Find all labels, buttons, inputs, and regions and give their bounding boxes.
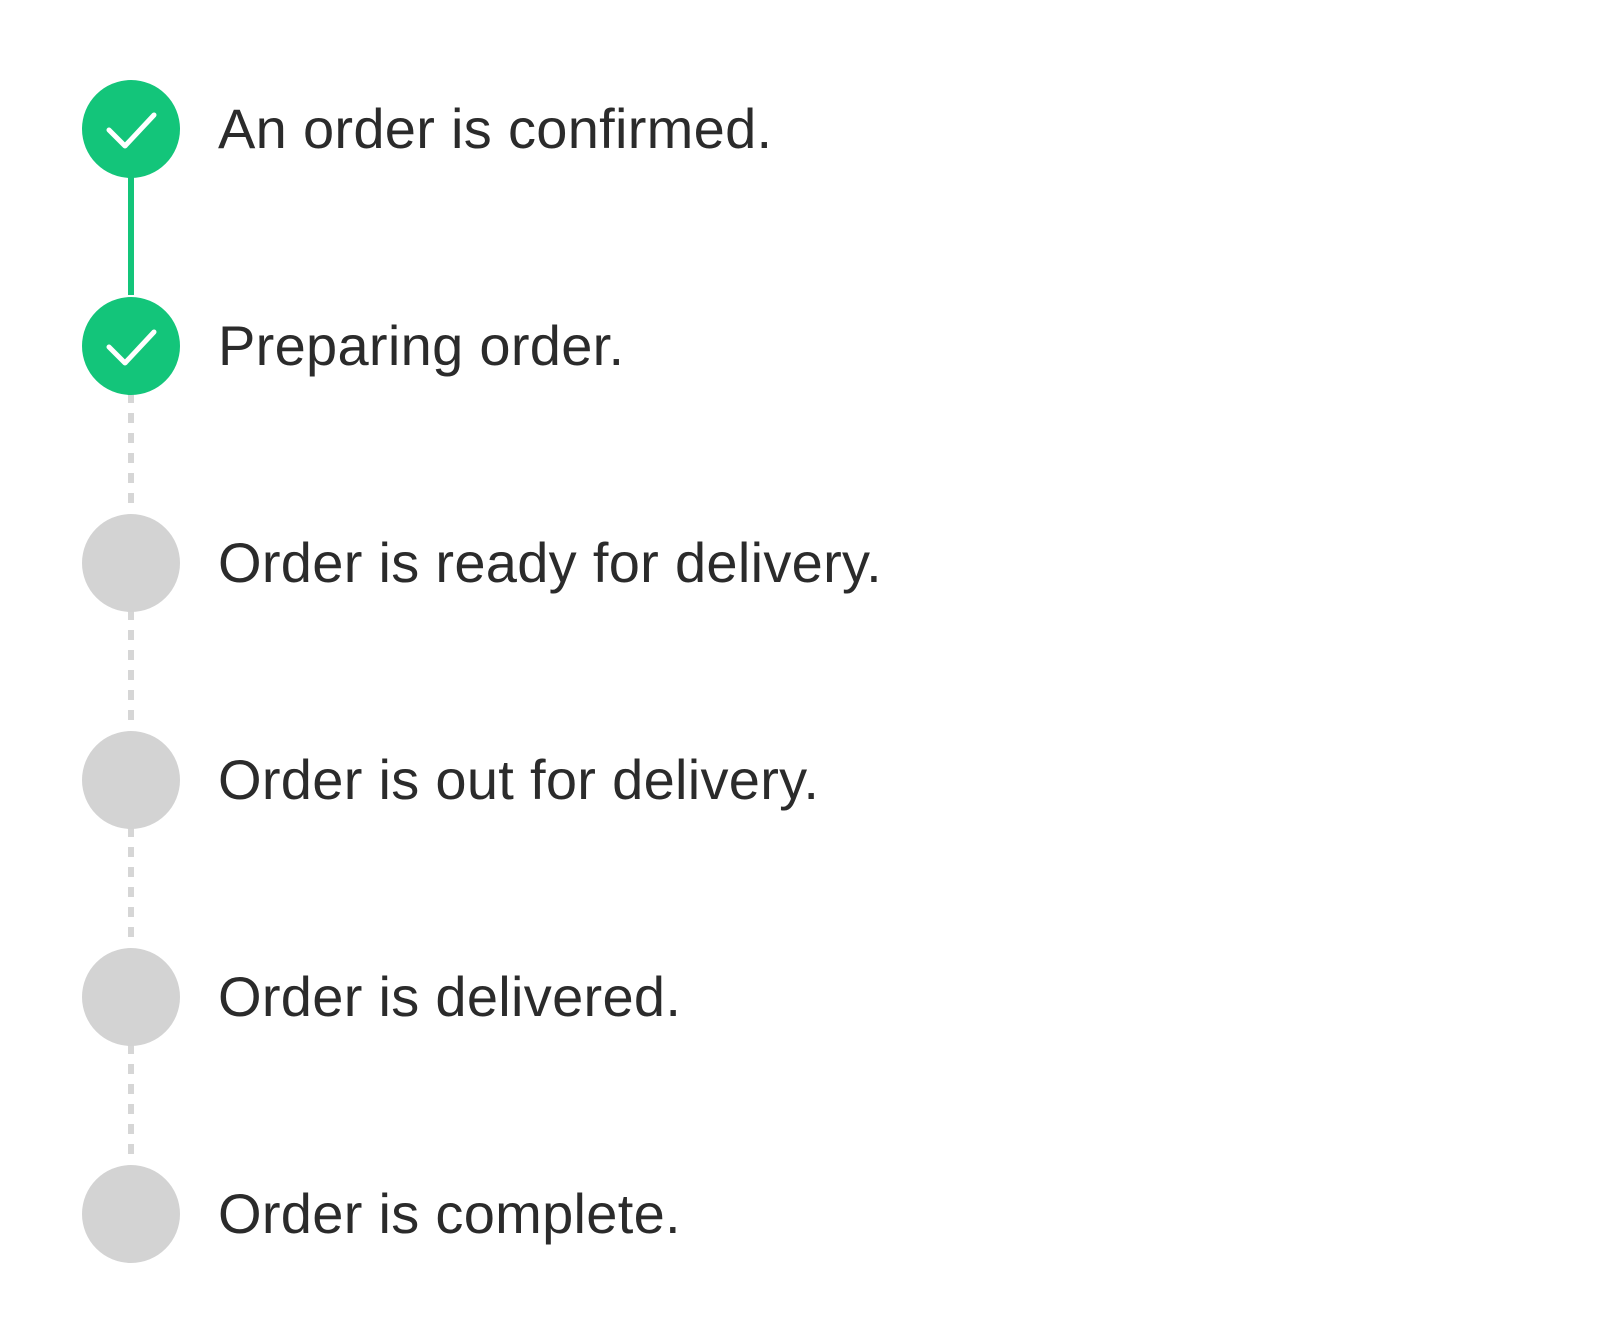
timeline-step: Order is ready for delivery. xyxy=(82,514,1482,612)
step-status-pending xyxy=(82,1165,180,1263)
step-status-complete xyxy=(82,80,180,178)
timeline-connector-pending xyxy=(128,827,134,947)
step-status-pending xyxy=(82,514,180,612)
step-label: Order is complete. xyxy=(218,1182,681,1245)
step-label: Order is ready for delivery. xyxy=(218,531,883,594)
timeline-step: Order is complete. xyxy=(82,1165,1482,1263)
step-label: Order is out for delivery. xyxy=(218,748,820,811)
timeline-step: Order is out for delivery. xyxy=(82,731,1482,829)
step-status-complete xyxy=(82,297,180,395)
check-icon xyxy=(106,329,157,366)
step-status-pending xyxy=(82,731,180,829)
timeline-connector-pending xyxy=(128,1044,134,1164)
timeline-step: An order is confirmed. xyxy=(82,80,1482,178)
step-label: An order is confirmed. xyxy=(218,97,773,160)
timeline-step: Order is delivered. xyxy=(82,948,1482,1046)
timeline-connector-pending xyxy=(128,610,134,730)
step-label: Order is delivered. xyxy=(218,965,682,1028)
timeline-connector-complete xyxy=(128,177,134,295)
check-icon xyxy=(106,112,157,149)
timeline-connector-pending xyxy=(128,393,134,513)
step-label: Preparing order. xyxy=(218,314,625,377)
step-status-pending xyxy=(82,948,180,1046)
order-status-timeline: An order is confirmed. Preparing order. … xyxy=(0,0,1624,1336)
timeline-step: Preparing order. xyxy=(82,297,1482,395)
